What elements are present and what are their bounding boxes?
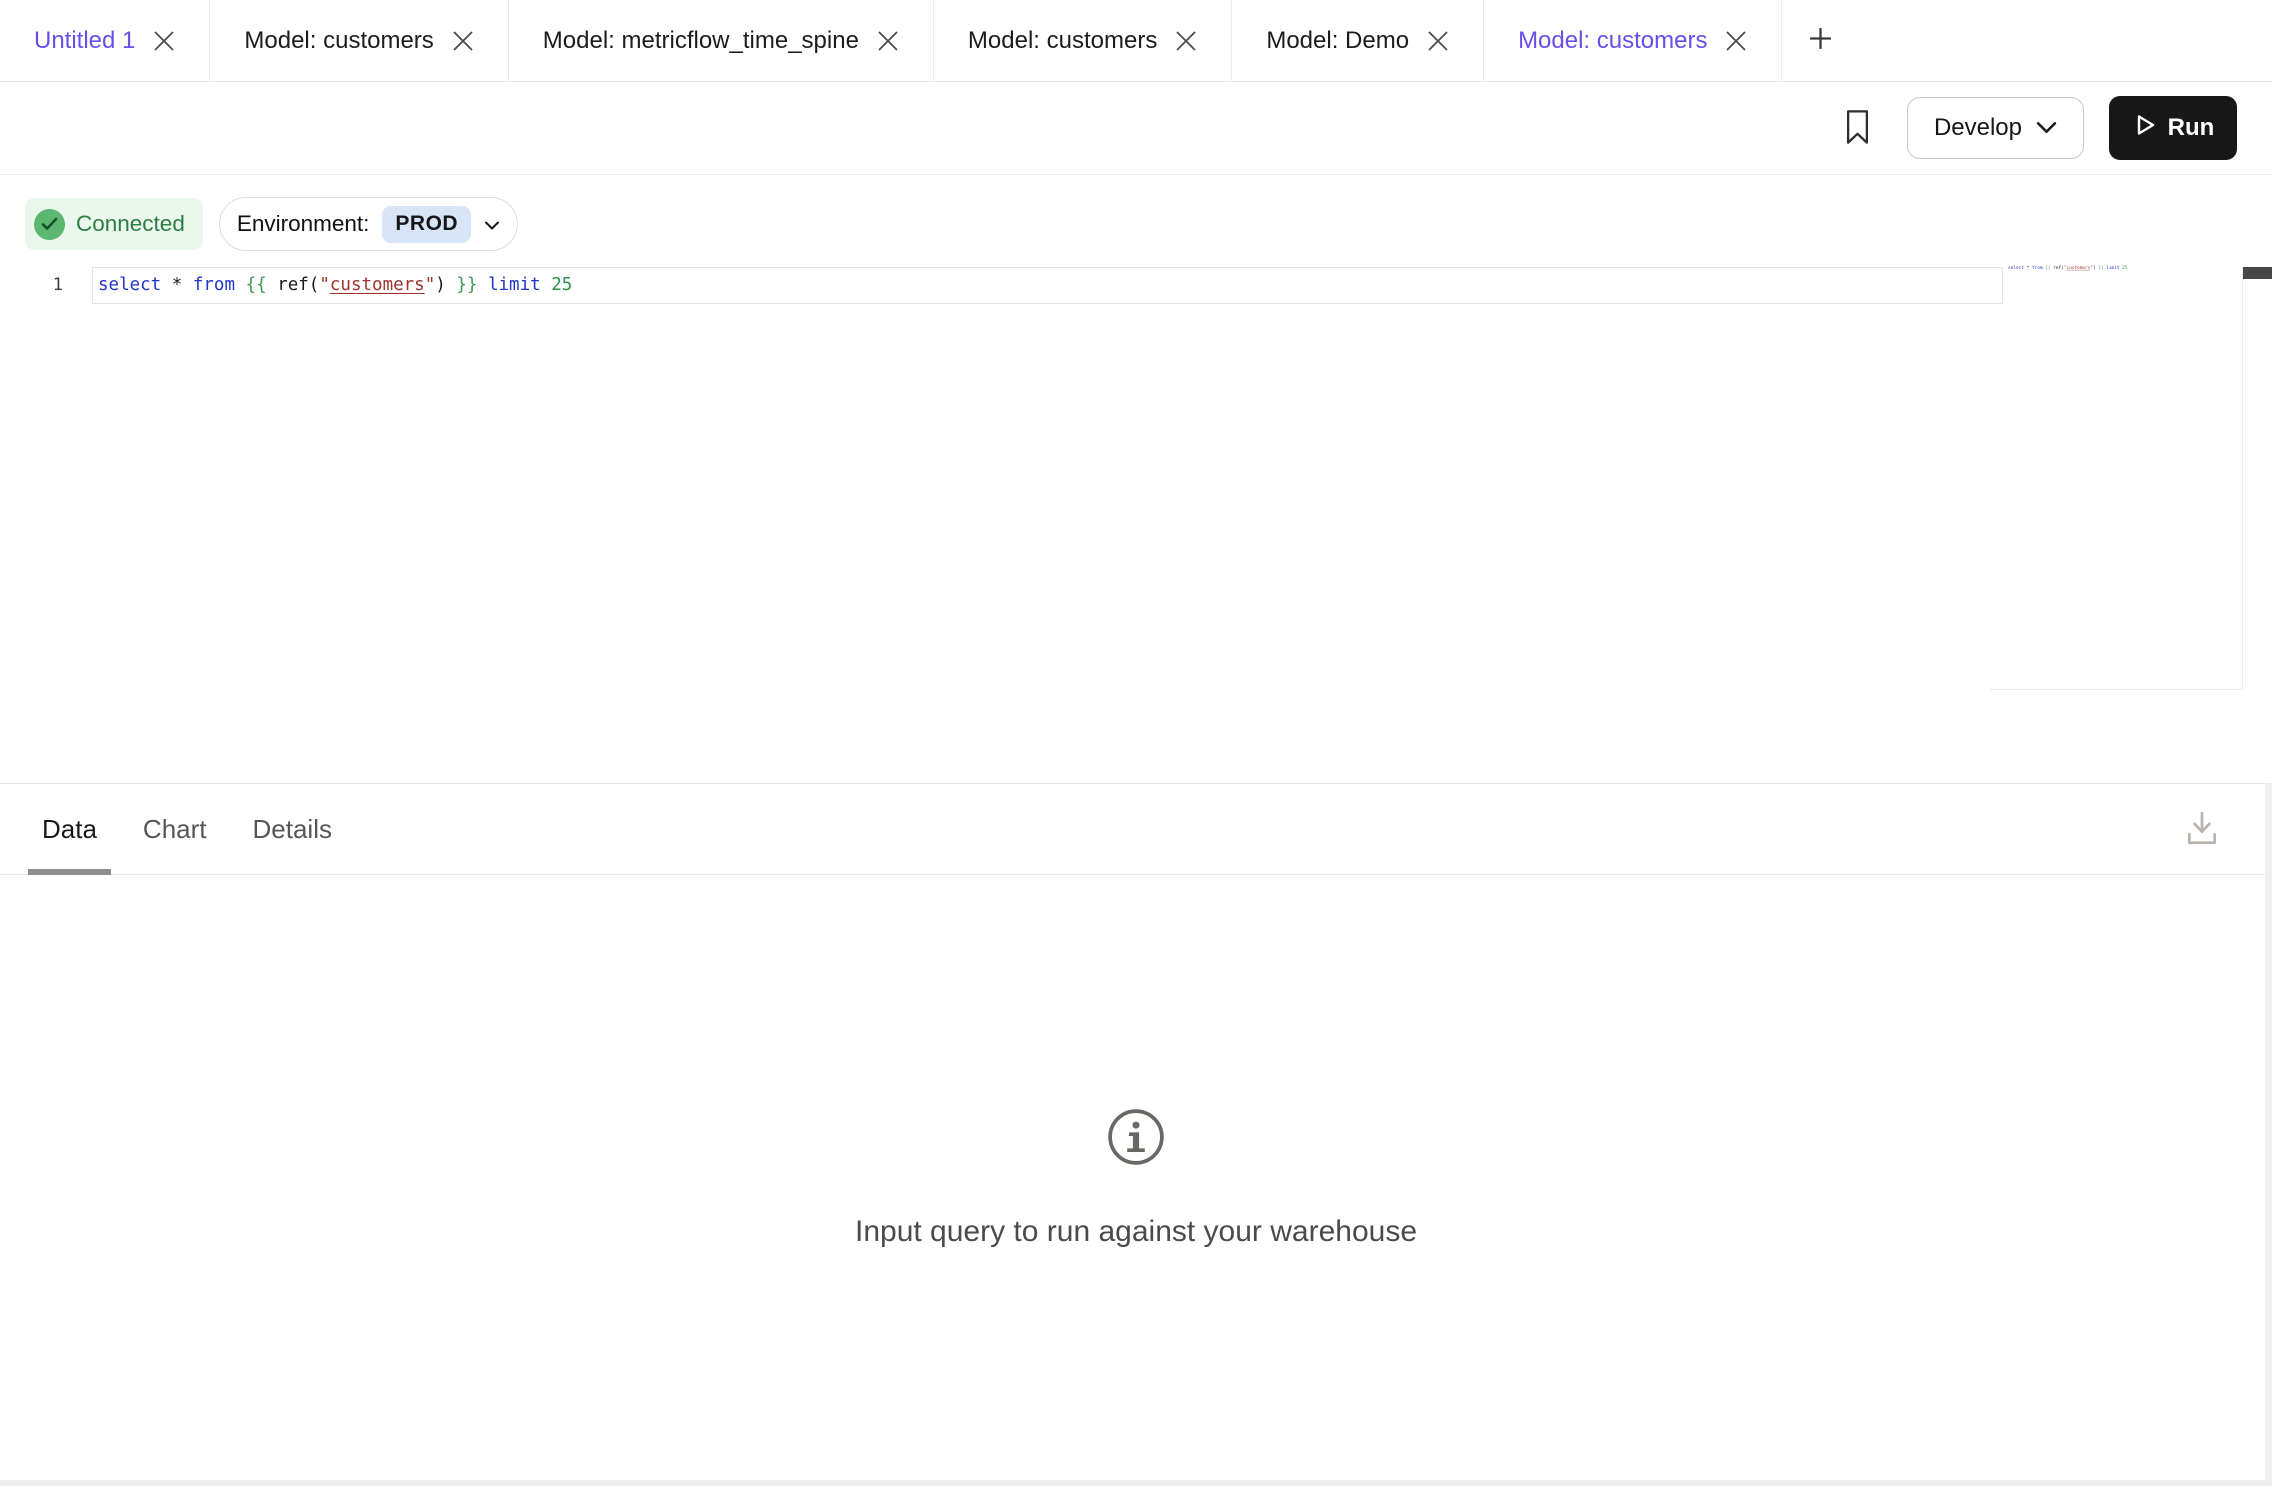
editor-workspace: Connected Environment: PROD 1 select * f… [0,175,2272,783]
editor-tab[interactable]: Model: customers [1484,0,1782,81]
editor-bottom-divider [1990,689,2242,690]
tab-label: Model: customers [244,27,433,55]
environment-value-chip: PROD [382,206,471,243]
status-row: Connected Environment: PROD [0,175,2272,251]
results-empty-state: Input query to run against your warehous… [0,875,2272,1482]
close-icon[interactable] [1175,30,1197,52]
toolbar: Develop Run [0,82,2272,175]
editor-tab[interactable]: Model: Demo [1232,0,1484,81]
editor-tab[interactable]: Untitled 1 [0,0,210,81]
info-icon [1107,1108,1165,1171]
empty-state-message: Input query to run against your warehous… [855,1215,1417,1249]
tab-strip: Untitled 1 Model: customers Model: metricf… [0,0,2272,82]
environment-label: Environment: [237,211,370,237]
code-line[interactable]: select * from {{ ref("customers") }} lim… [98,267,572,304]
chevron-down-icon [2036,114,2057,142]
close-icon[interactable] [1725,30,1747,52]
minimap[interactable]: select * from {{ ref("customers") }} lim… [2008,265,2127,270]
download-button[interactable] [2184,784,2220,874]
connection-status-label: Connected [76,211,185,237]
minimap-divider [2242,267,2243,690]
results-tab-details[interactable]: Details [239,784,346,874]
close-icon[interactable] [1427,30,1449,52]
run-button[interactable]: Run [2109,96,2237,160]
line-number: 1 [0,267,63,304]
tab-label: Model: Demo [1266,27,1409,55]
run-button-label: Run [2168,114,2215,142]
editor-scrollbar-thumb[interactable] [2242,267,2272,279]
bookmark-button[interactable] [1845,109,1870,148]
results-tab-row: DataChartDetails [0,783,2272,875]
environment-selector[interactable]: Environment: PROD [219,197,518,251]
new-tab-button[interactable] [1782,0,1858,81]
editor-tab[interactable]: Model: customers [934,0,1232,81]
editor-tab[interactable]: Model: customers [210,0,508,81]
results-tab-data[interactable]: Data [28,784,111,874]
close-icon[interactable] [877,30,899,52]
play-icon [2132,112,2156,145]
connection-status-badge: Connected [25,198,203,250]
ide-window: Untitled 1 Model: customers Model: metricf… [0,0,2272,1486]
results-tab-list: DataChartDetails [28,784,346,874]
close-icon[interactable] [452,30,474,52]
download-icon [2184,809,2220,850]
tab-label: Model: customers [968,27,1157,55]
check-icon [34,209,65,240]
bookmark-icon [1845,109,1870,148]
editor-tab[interactable]: Model: metricflow_time_spine [509,0,934,81]
window-bottom-edge [0,1480,2272,1486]
develop-button[interactable]: Develop [1907,97,2084,159]
tab-label: Model: customers [1518,27,1707,55]
tab-label: Model: metricflow_time_spine [543,27,859,55]
results-scrollbar-track[interactable] [2265,783,2272,1480]
develop-button-label: Develop [1934,114,2022,142]
results-tab-chart[interactable]: Chart [129,784,221,874]
close-icon[interactable] [153,30,175,52]
plus-icon [1808,26,1833,56]
chevron-down-icon [484,211,500,237]
tab-label: Untitled 1 [34,27,135,55]
